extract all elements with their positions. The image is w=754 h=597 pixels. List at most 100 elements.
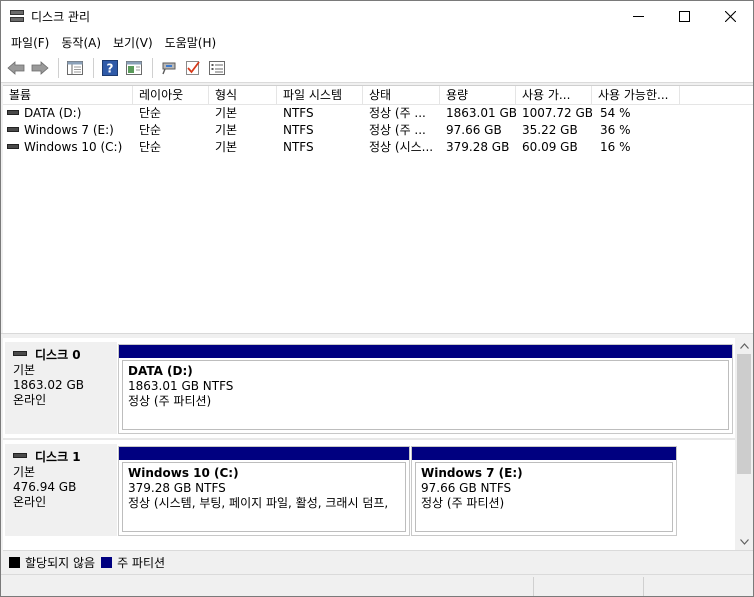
legend-swatch-primary <box>101 557 113 568</box>
volume-filesystem: NTFS <box>283 140 314 154</box>
volume-layout: 단순 <box>139 140 162 154</box>
volume-icon <box>7 110 19 115</box>
partition-size: 97.66 GB NTFS <box>421 481 512 495</box>
volume-layout: 단순 <box>139 123 162 137</box>
legend-label-unallocated: 할당되지 않음 <box>25 556 96 570</box>
volume-percent-free: 16 % <box>600 140 631 154</box>
volume-capacity: 97.66 GB <box>446 123 502 137</box>
column-header-volume[interactable]: 볼륨 <box>3 86 133 105</box>
disk-name: 디스크 1 <box>35 450 81 464</box>
partition-type-bar <box>412 447 676 460</box>
partition-size: 379.28 GB NTFS <box>128 481 226 495</box>
disk-graphical-view: 디스크 0 기본 1863.02 GB 온라인 DATA (D:) 1863.0… <box>3 338 735 550</box>
help-icon: ? <box>102 59 118 76</box>
minimize-button[interactable] <box>615 1 661 31</box>
column-header-status[interactable]: 상태 <box>363 86 440 105</box>
menu-bar: 파일(F) 동작(A) 보기(V) 도움말(H) <box>1 31 753 53</box>
close-icon <box>724 10 736 22</box>
partition-status: 정상 (시스템, 부팅, 페이지 파일, 활성, 크래시 덤프, <box>128 496 389 510</box>
volume-capacity: 379.28 GB <box>446 140 510 154</box>
column-header-percent-free[interactable]: 사용 가능한... <box>592 86 680 105</box>
volume-name: Windows 7 (E:) <box>24 123 114 137</box>
connect-icon <box>162 62 176 74</box>
disk-icon <box>13 453 27 458</box>
list-header: 볼륨 레이아웃 형식 파일 시스템 상태 용량 사용 가... 사용 가능한..… <box>3 86 753 105</box>
menu-file[interactable]: 파일(F) <box>5 34 55 51</box>
back-arrow-icon <box>7 60 25 75</box>
menu-action[interactable]: 동작(A) <box>55 34 107 51</box>
checkmark-icon <box>186 60 200 75</box>
disk-management-app-icon <box>9 8 25 24</box>
disk-size: 1863.02 GB <box>13 378 84 392</box>
menu-help[interactable]: 도움말(H) <box>159 34 223 51</box>
volume-icon <box>7 127 19 132</box>
column-header-free-space[interactable]: 사용 가... <box>516 86 592 105</box>
volume-row[interactable]: Windows 10 (C:) 단순 기본 NTFS 정상 (시스... 379… <box>3 139 753 156</box>
volume-row[interactable]: Windows 7 (E:) 단순 기본 NTFS 정상 (주 ... 97.6… <box>3 122 753 139</box>
check-button[interactable] <box>182 57 204 79</box>
forward-button[interactable] <box>29 57 51 79</box>
volume-layout: 단순 <box>139 106 162 120</box>
action-pane-button[interactable] <box>123 57 145 79</box>
disk-info[interactable]: 디스크 1 기본 476.94 GB 온라인 <box>5 444 117 536</box>
graphical-view-scrollbar[interactable] <box>735 338 753 550</box>
scroll-up-button[interactable] <box>735 338 753 354</box>
volume-percent-free: 36 % <box>600 123 631 137</box>
help-button[interactable]: ? <box>99 57 121 79</box>
disk-type: 기본 <box>13 465 36 479</box>
partition-type-bar <box>119 447 409 460</box>
disk-name: 디스크 0 <box>35 348 81 362</box>
partition-block[interactable]: Windows 7 (E:) 97.66 GB NTFS 정상 (주 파티션) <box>411 446 677 536</box>
partition-status: 정상 (주 파티션) <box>128 394 212 408</box>
forward-arrow-icon <box>31 60 49 75</box>
maximize-button[interactable] <box>661 1 707 31</box>
volume-row[interactable]: DATA (D:) 단순 기본 NTFS 정상 (주 ... 1863.01 G… <box>3 105 753 122</box>
disk-state: 온라인 <box>13 495 47 509</box>
column-header-layout[interactable]: 레이아웃 <box>133 86 209 105</box>
properties-button[interactable] <box>206 57 228 79</box>
chevron-down-icon <box>739 539 749 545</box>
disk-info[interactable]: 디스크 0 기본 1863.02 GB 온라인 <box>5 342 117 434</box>
volume-free-space: 1007.72 GB <box>522 106 592 120</box>
disk-icon <box>13 351 27 356</box>
volume-type: 기본 <box>215 123 238 137</box>
partition-block[interactable]: Windows 10 (C:) 379.28 GB NTFS 정상 (시스템, … <box>118 446 410 536</box>
disk-size: 476.94 GB <box>13 480 77 494</box>
legend-label-primary: 주 파티션 <box>117 556 166 570</box>
legend-swatch-unallocated <box>9 557 20 568</box>
legend: 할당되지 않음 주 파티션 <box>3 550 753 574</box>
column-header-filesystem[interactable]: 파일 시스템 <box>277 86 363 105</box>
column-header-capacity[interactable]: 용량 <box>440 86 516 105</box>
disk-row: 디스크 0 기본 1863.02 GB 온라인 DATA (D:) 1863.0… <box>3 338 735 436</box>
menu-view[interactable]: 보기(V) <box>107 34 159 51</box>
scroll-down-button[interactable] <box>735 534 753 550</box>
volume-free-space: 35.22 GB <box>522 123 578 137</box>
status-segment <box>643 577 644 596</box>
disk-row: 디스크 1 기본 476.94 GB 온라인 Windows 10 (C:) 3… <box>3 438 735 538</box>
close-button[interactable] <box>707 1 753 31</box>
volume-status: 정상 (주 ... <box>369 123 426 137</box>
volume-filesystem: NTFS <box>283 106 314 120</box>
status-segment <box>533 577 534 596</box>
column-header-type[interactable]: 형식 <box>209 86 277 105</box>
console-tree-button[interactable] <box>64 57 86 79</box>
volume-name-cell: Windows 10 (C:) <box>7 139 133 156</box>
volume-name-cell: DATA (D:) <box>7 105 133 122</box>
title-bar: 디스크 관리 <box>1 1 753 31</box>
partition-block[interactable]: DATA (D:) 1863.01 GB NTFS 정상 (주 파티션) <box>118 344 733 434</box>
back-button[interactable] <box>5 57 27 79</box>
volume-name: DATA (D:) <box>24 106 82 120</box>
disk-management-window: 디스크 관리 파일(F) 동작(A) 보기(V) 도움말(H) ? 볼륨 레이아… <box>0 0 754 597</box>
toolbar: ? <box>1 53 753 83</box>
partition-type-bar <box>119 345 732 358</box>
volume-status: 정상 (시스... <box>369 140 434 154</box>
action-pane-icon <box>126 60 142 75</box>
status-bar <box>1 574 753 596</box>
scroll-thumb[interactable] <box>737 354 751 474</box>
volume-free-space: 60.09 GB <box>522 140 578 154</box>
svg-text:?: ? <box>107 61 114 75</box>
volume-name-cell: Windows 7 (E:) <box>7 122 133 139</box>
disk-type: 기본 <box>13 363 36 377</box>
volume-percent-free: 54 % <box>600 106 631 120</box>
connect-button[interactable] <box>158 57 180 79</box>
